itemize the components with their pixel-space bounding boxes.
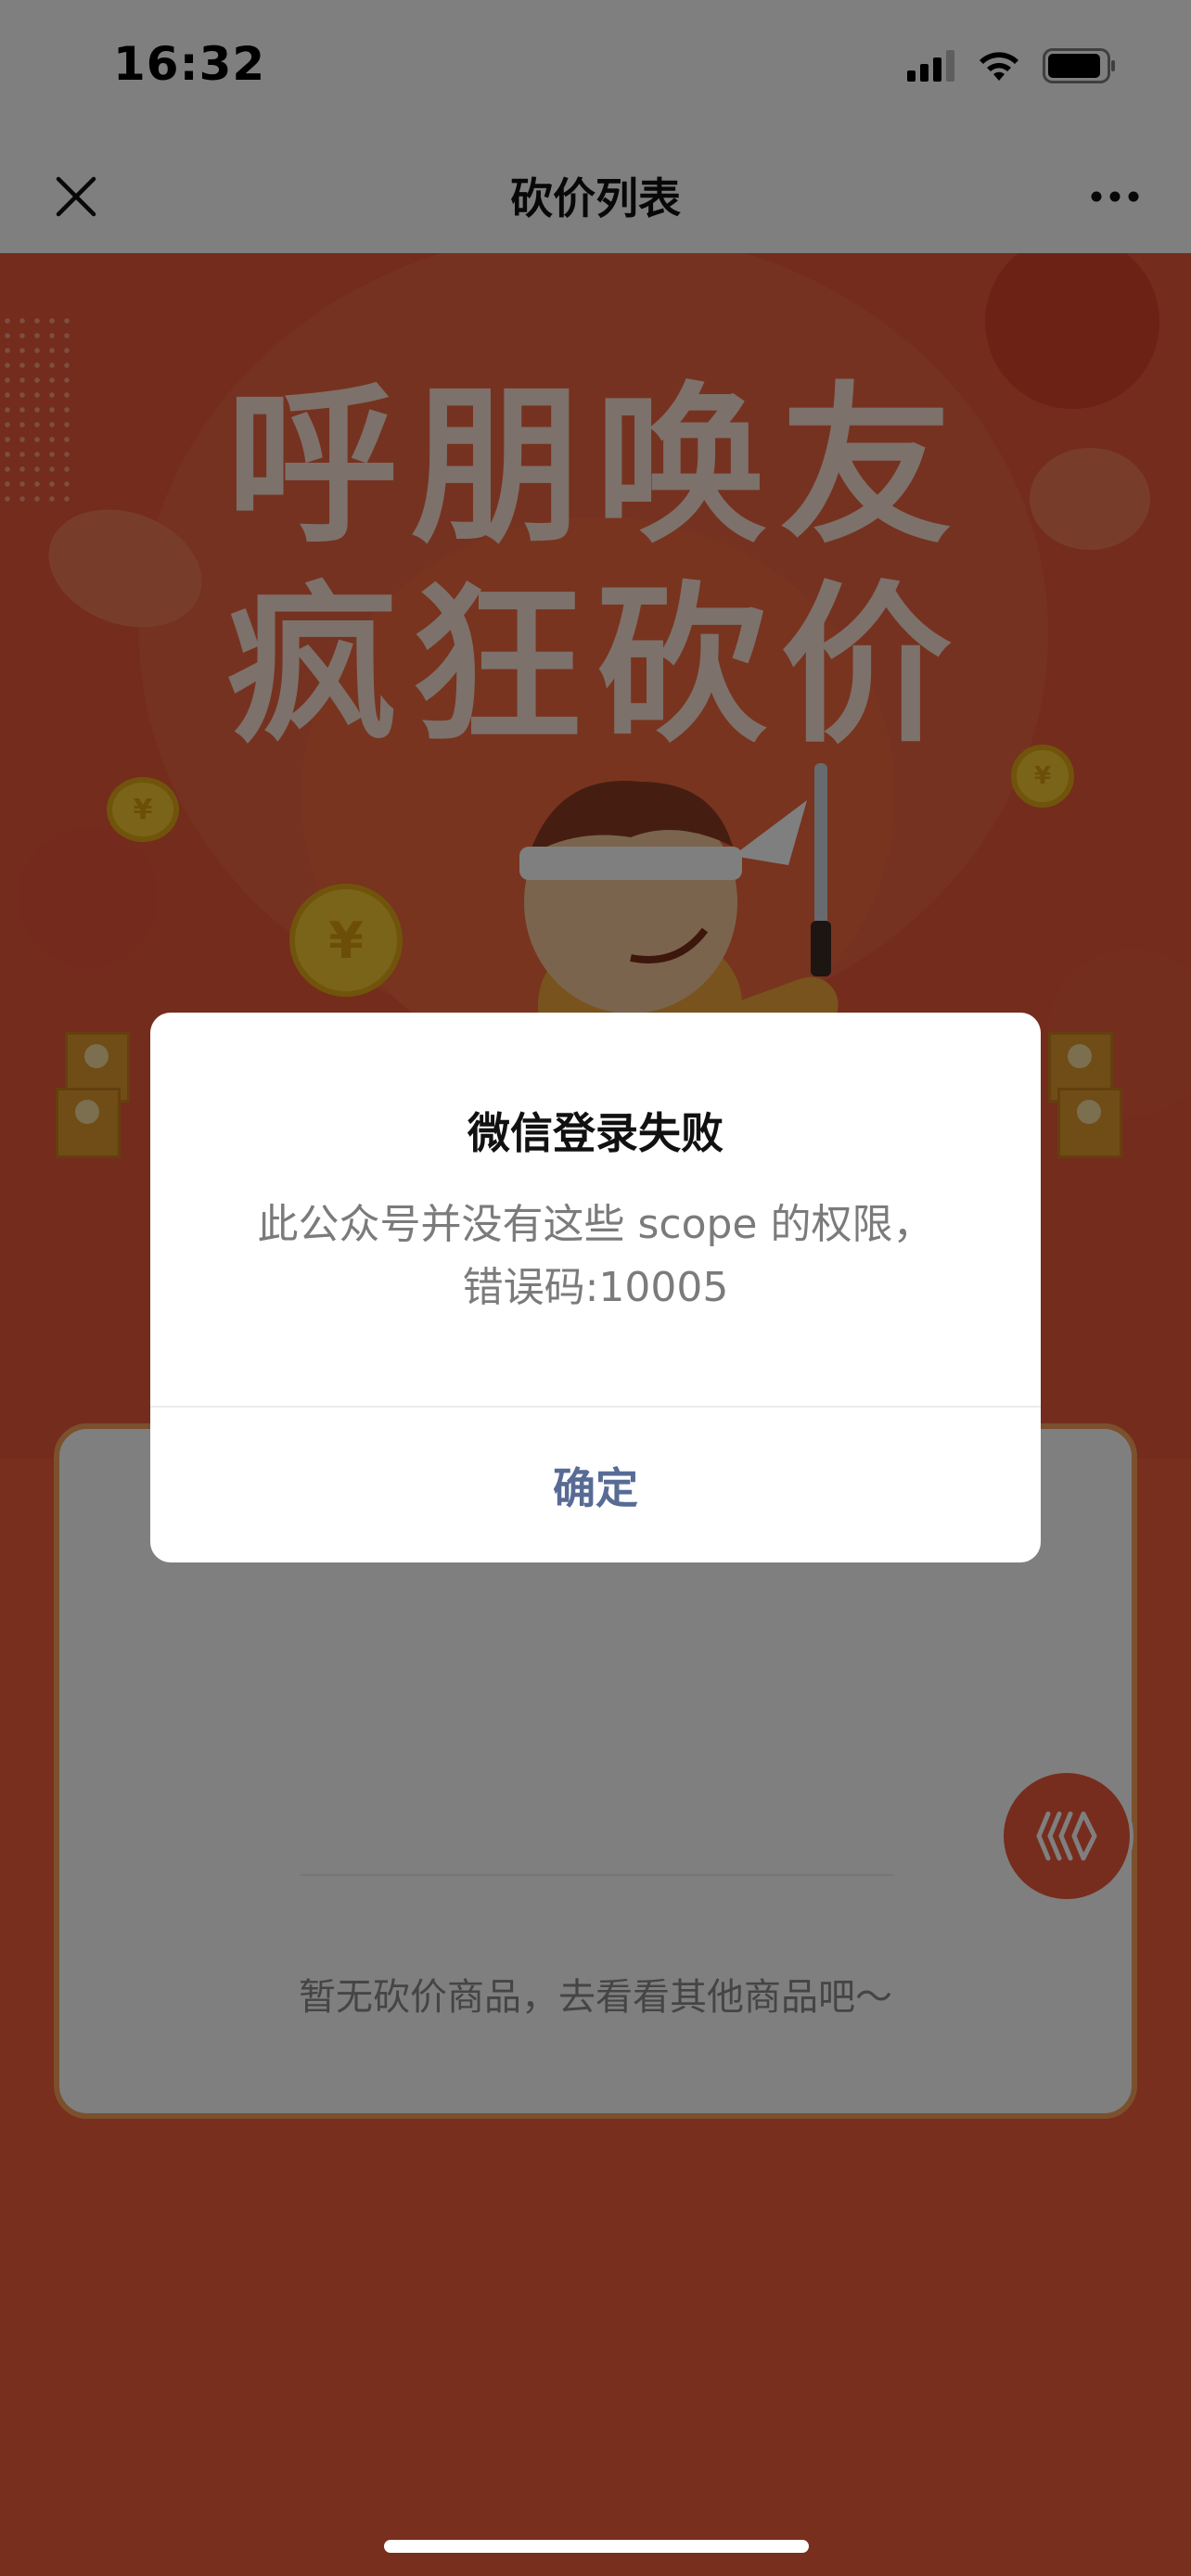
home-indicator[interactable] [384, 2540, 809, 2553]
dialog-title: 微信登录失败 [467, 1108, 724, 1158]
screen: 16:32 [0, 0, 1191, 2576]
confirm-button[interactable]: 确定 [150, 1408, 1041, 1562]
dialog-message-line-1: 此公众号并没有这些 scope 的权限， [257, 1201, 934, 1248]
dialog-message-line-2: 错误码:10005 [462, 1264, 729, 1311]
dialog-message: 此公众号并没有这些 scope 的权限， 错误码:10005 [206, 1193, 985, 1320]
error-dialog: 微信登录失败 此公众号并没有这些 scope 的权限， 错误码:10005 确定 [150, 1013, 1041, 1562]
